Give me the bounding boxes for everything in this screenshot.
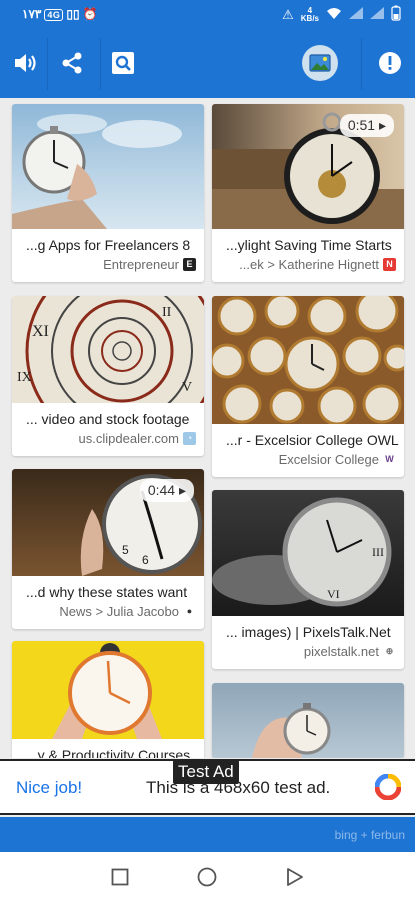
back-icon[interactable] (284, 866, 306, 888)
result-caption: ...y & Productivity Courses (26, 747, 191, 758)
result-card[interactable]: VI III ... images) | PixelsTalk.Net pixe… (212, 490, 404, 669)
video-duration-badge: 0:51 ▸ (339, 114, 394, 137)
svg-text:II: II (162, 305, 172, 320)
status-left: ١٧٣ 4G ▯▯ ⏰ (22, 7, 98, 21)
results-grid: ...g Apps for Freelancers 8 Entrepreneur… (0, 98, 415, 758)
result-card[interactable]: XI II V IX ... video and stock footage u… (12, 296, 204, 456)
svg-text:6: 6 (142, 553, 149, 567)
test-ad-label: Test Ad (173, 760, 239, 784)
network-badge: 4G (44, 9, 64, 21)
navigation-bar (0, 852, 415, 900)
result-caption: ...ylight Saving Time Starts (226, 237, 392, 253)
status-clock: ١٧٣ (22, 7, 42, 21)
result-card[interactable]: 0:51 ▸ ...ylight Saving Time Starts ...e… (212, 104, 404, 282)
video-duration: 0:44 (147, 482, 176, 498)
result-thumbnail (212, 296, 404, 424)
svg-text:V: V (182, 380, 192, 395)
recents-icon[interactable] (109, 866, 131, 888)
status-bar: ١٧٣ 4G ▯▯ ⏰ ⚠ 4 KB/s (0, 0, 415, 30)
result-card[interactable]: ...r - Excelsior College OWL Excelsior C… (212, 296, 404, 477)
signal-icon-1 (349, 7, 363, 22)
result-source: Excelsior College W (212, 448, 404, 477)
result-thumbnail: XI II V IX (12, 296, 204, 403)
result-source: ...ek > Katherine Hignett N (212, 253, 404, 282)
favicon-icon: ⊕ (383, 645, 396, 658)
result-card[interactable]: 5 6 0:44 ▸ ...d why these states want Ne… (12, 469, 204, 629)
speaker-icon[interactable] (8, 43, 44, 83)
favicon-icon: E (183, 258, 196, 271)
battery-icon (391, 5, 401, 24)
ad-headline: Nice job! (16, 778, 83, 797)
status-right: ⚠ 4 KB/s (282, 5, 401, 24)
result-caption: ... images) | PixelsTalk.Net (226, 624, 391, 640)
svg-text:III: III (372, 545, 384, 559)
footer-bar: bing + ferbun (0, 817, 415, 852)
result-source-text: News > Julia Jacobo (59, 604, 179, 619)
favicon-icon: N (383, 258, 396, 271)
svg-text:5: 5 (122, 543, 129, 557)
video-duration-badge: 0:44 ▸ (139, 479, 194, 502)
result-source: News > Julia Jacobo ● (12, 600, 204, 629)
notification-icons: ▯▯ ⏰ (66, 7, 98, 21)
network-speed: 4 KB/s (300, 5, 319, 23)
result-caption: ...d why these states want (26, 584, 188, 600)
result-caption: ... video and stock footage (26, 411, 190, 427)
result-source-text: us.clipdealer.com (78, 431, 179, 446)
video-duration: 0:51 (347, 117, 376, 133)
wifi-icon (326, 7, 342, 23)
result-card[interactable]: ...y & Productivity Courses (12, 641, 204, 758)
result-source-text: Entrepreneur (103, 257, 179, 272)
result-thumbnail (12, 104, 204, 229)
result-card[interactable] (212, 683, 404, 758)
result-source-text: ...ek > Katherine Hignett (239, 257, 379, 272)
result-source: Entrepreneur E (12, 253, 204, 282)
result-thumbnail (212, 683, 404, 758)
result-source-text: Excelsior College (278, 452, 379, 467)
info-icon[interactable] (372, 43, 408, 83)
result-card[interactable]: ...g Apps for Freelancers 8 Entrepreneur… (12, 104, 204, 282)
result-source: pixelstalk.net ⊕ (212, 640, 404, 669)
favicon-icon: W (383, 453, 396, 466)
result-thumbnail: 5 6 0:44 ▸ (12, 469, 204, 576)
result-thumbnail (12, 641, 204, 739)
svg-text:VI: VI (327, 587, 340, 601)
search-icon[interactable] (105, 43, 141, 83)
favicon-icon: ● (183, 605, 196, 618)
signal-icon-2 (370, 7, 384, 22)
result-caption: ...r - Excelsior College OWL (226, 432, 399, 448)
footer-credit: bing + ferbun (334, 828, 405, 842)
toolbar (0, 30, 415, 98)
result-thumbnail: 0:51 ▸ (212, 104, 404, 229)
result-thumbnail: VI III (212, 490, 404, 616)
result-source-text: pixelstalk.net (303, 644, 379, 659)
share-icon[interactable] (54, 43, 90, 83)
home-icon[interactable] (196, 866, 218, 888)
ad-logo-icon (374, 773, 402, 801)
result-source: us.clipdealer.com ◔ (12, 427, 204, 456)
warning-icon: ⚠ (282, 6, 294, 22)
favicon-icon: ◔ (183, 432, 196, 445)
svg-text:XI: XI (32, 323, 49, 340)
result-caption: ...g Apps for Freelancers 8 (26, 237, 191, 253)
toolbar-divider (47, 38, 48, 90)
image-icon[interactable] (302, 45, 338, 81)
svg-text:IX: IX (17, 370, 32, 385)
